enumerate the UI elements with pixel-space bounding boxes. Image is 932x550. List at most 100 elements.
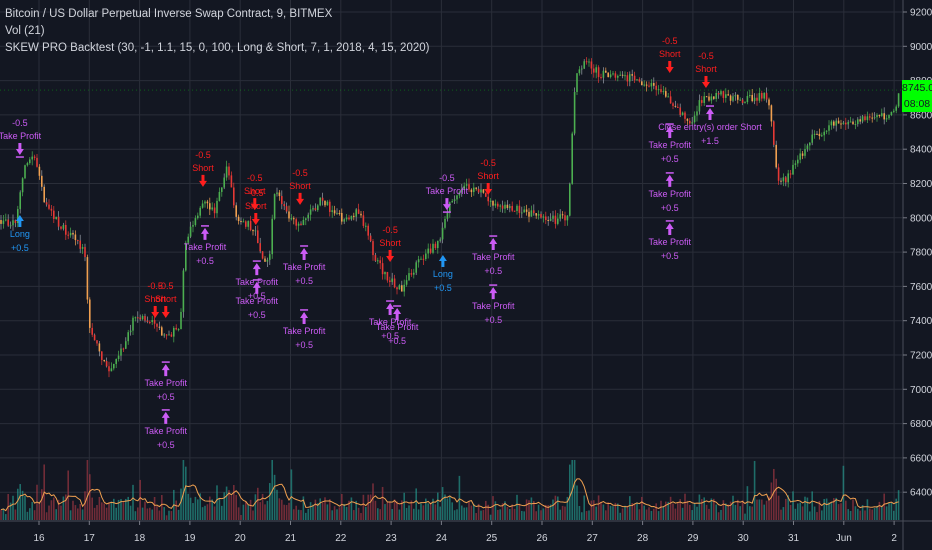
strategy-title[interactable]: SKEW PRO Backtest (30, -1, 1.1, 15, 0, 1… bbox=[5, 40, 429, 57]
candle-body bbox=[864, 116, 866, 121]
volume-bar bbox=[60, 505, 62, 520]
candle-body bbox=[602, 70, 605, 78]
volume-bar bbox=[698, 494, 701, 520]
candle-body bbox=[201, 203, 204, 208]
candle-body bbox=[317, 205, 319, 211]
candle-body bbox=[799, 153, 801, 160]
candle-body bbox=[158, 326, 161, 328]
volume-bar bbox=[437, 492, 439, 520]
volume-bar bbox=[674, 508, 677, 520]
marker-label: Long bbox=[433, 269, 453, 279]
volume-bar bbox=[857, 508, 859, 520]
candle-body bbox=[823, 131, 825, 136]
marker-qty: -0.5 bbox=[247, 173, 263, 183]
candle-body bbox=[57, 216, 60, 227]
volume-bar bbox=[552, 499, 554, 520]
time-axis[interactable]: 16 17 18 19 20 21 22 23 24 25 26 27 28 29 30 31 Jun 2 bbox=[33, 521, 897, 544]
volume-bar bbox=[257, 487, 259, 520]
candle-body bbox=[247, 221, 249, 227]
candle-body bbox=[816, 133, 818, 135]
volume-bar bbox=[336, 509, 338, 520]
candle-body bbox=[360, 213, 362, 216]
candle-body bbox=[367, 225, 369, 236]
volume-bar bbox=[559, 509, 561, 520]
trade-marker-take-profit: Take Profit +0.5 bbox=[648, 172, 692, 213]
volume-bar bbox=[108, 502, 110, 520]
volume-bar bbox=[871, 509, 873, 520]
volume-bar bbox=[581, 512, 583, 520]
volume-bar bbox=[14, 509, 17, 520]
candle-body bbox=[300, 223, 302, 226]
volume-bar bbox=[669, 496, 672, 520]
candle-body bbox=[797, 159, 799, 164]
candle-body bbox=[588, 61, 590, 63]
candle-body bbox=[511, 205, 513, 211]
candle-body bbox=[9, 225, 12, 227]
candle-body bbox=[26, 163, 29, 166]
candle-body bbox=[105, 361, 108, 367]
volume-bar bbox=[785, 498, 787, 520]
candle-body bbox=[859, 119, 861, 122]
candle-body bbox=[33, 156, 36, 158]
marker-label: Short bbox=[695, 64, 717, 74]
volume-indicator-title[interactable]: Vol (21) bbox=[5, 23, 429, 40]
candle-body bbox=[638, 79, 641, 82]
volume-bar bbox=[213, 506, 216, 520]
marker-label: Take Profit bbox=[0, 131, 42, 141]
price-chart[interactable]: Take Profit -0.5 Long +0.5 Short -0.5 Short -0.… bbox=[0, 0, 932, 550]
volume-bar bbox=[873, 507, 876, 520]
candle-body bbox=[468, 184, 470, 190]
volume-bar bbox=[511, 504, 513, 520]
trade-marker-take-profit: Take Profit -0.5 bbox=[0, 118, 42, 158]
candle-body bbox=[787, 173, 789, 183]
candle-body bbox=[605, 70, 607, 73]
volume-bar bbox=[840, 503, 842, 520]
candle-body bbox=[775, 144, 777, 168]
volume-bar bbox=[473, 503, 475, 520]
candle-body bbox=[230, 175, 233, 188]
candle-body bbox=[513, 210, 516, 212]
candle-body bbox=[101, 351, 103, 360]
volume-bar bbox=[31, 501, 33, 520]
candle-body bbox=[139, 317, 141, 320]
candle-body bbox=[36, 157, 38, 167]
symbol-title[interactable]: Bitcoin / US Dollar Perpetual Inverse Sw… bbox=[5, 6, 429, 23]
candle-body bbox=[216, 200, 218, 214]
candle-body bbox=[559, 214, 561, 219]
volume-bar bbox=[326, 504, 329, 520]
volume-bar bbox=[245, 501, 247, 520]
candle-body bbox=[338, 213, 341, 215]
volume-bar bbox=[141, 507, 144, 520]
candle-body bbox=[441, 227, 444, 240]
candle-body bbox=[451, 201, 453, 203]
candle-body bbox=[307, 214, 309, 219]
candle-body bbox=[674, 105, 677, 107]
candle-body bbox=[813, 133, 816, 135]
candle-body bbox=[566, 215, 569, 221]
marker-label: Short bbox=[245, 201, 267, 211]
volume-bar bbox=[393, 499, 396, 520]
arrow-up-icon bbox=[300, 311, 309, 324]
volume-bar bbox=[830, 502, 833, 520]
candle-body bbox=[585, 61, 588, 63]
candle-body bbox=[93, 334, 96, 341]
volume-bar bbox=[307, 508, 309, 520]
volume-bar bbox=[655, 503, 657, 520]
candle-body bbox=[545, 216, 547, 220]
time-tick-label: 22 bbox=[335, 533, 347, 544]
volume-bar bbox=[854, 506, 857, 520]
candle-body bbox=[633, 75, 636, 81]
marker-qty: +0.5 bbox=[157, 440, 175, 450]
candle-body bbox=[648, 85, 650, 87]
volume-bar bbox=[269, 483, 271, 520]
volume-bar bbox=[816, 512, 818, 520]
volume-bar bbox=[422, 505, 425, 520]
price-tick-label: 9200.0 bbox=[910, 8, 932, 19]
volume-bar bbox=[391, 508, 393, 520]
candle-body bbox=[293, 218, 295, 220]
volume-bar bbox=[794, 508, 797, 520]
candle-body bbox=[669, 96, 672, 104]
candle-body bbox=[379, 260, 381, 264]
candle-body bbox=[852, 121, 854, 125]
volume-bar bbox=[847, 509, 849, 520]
